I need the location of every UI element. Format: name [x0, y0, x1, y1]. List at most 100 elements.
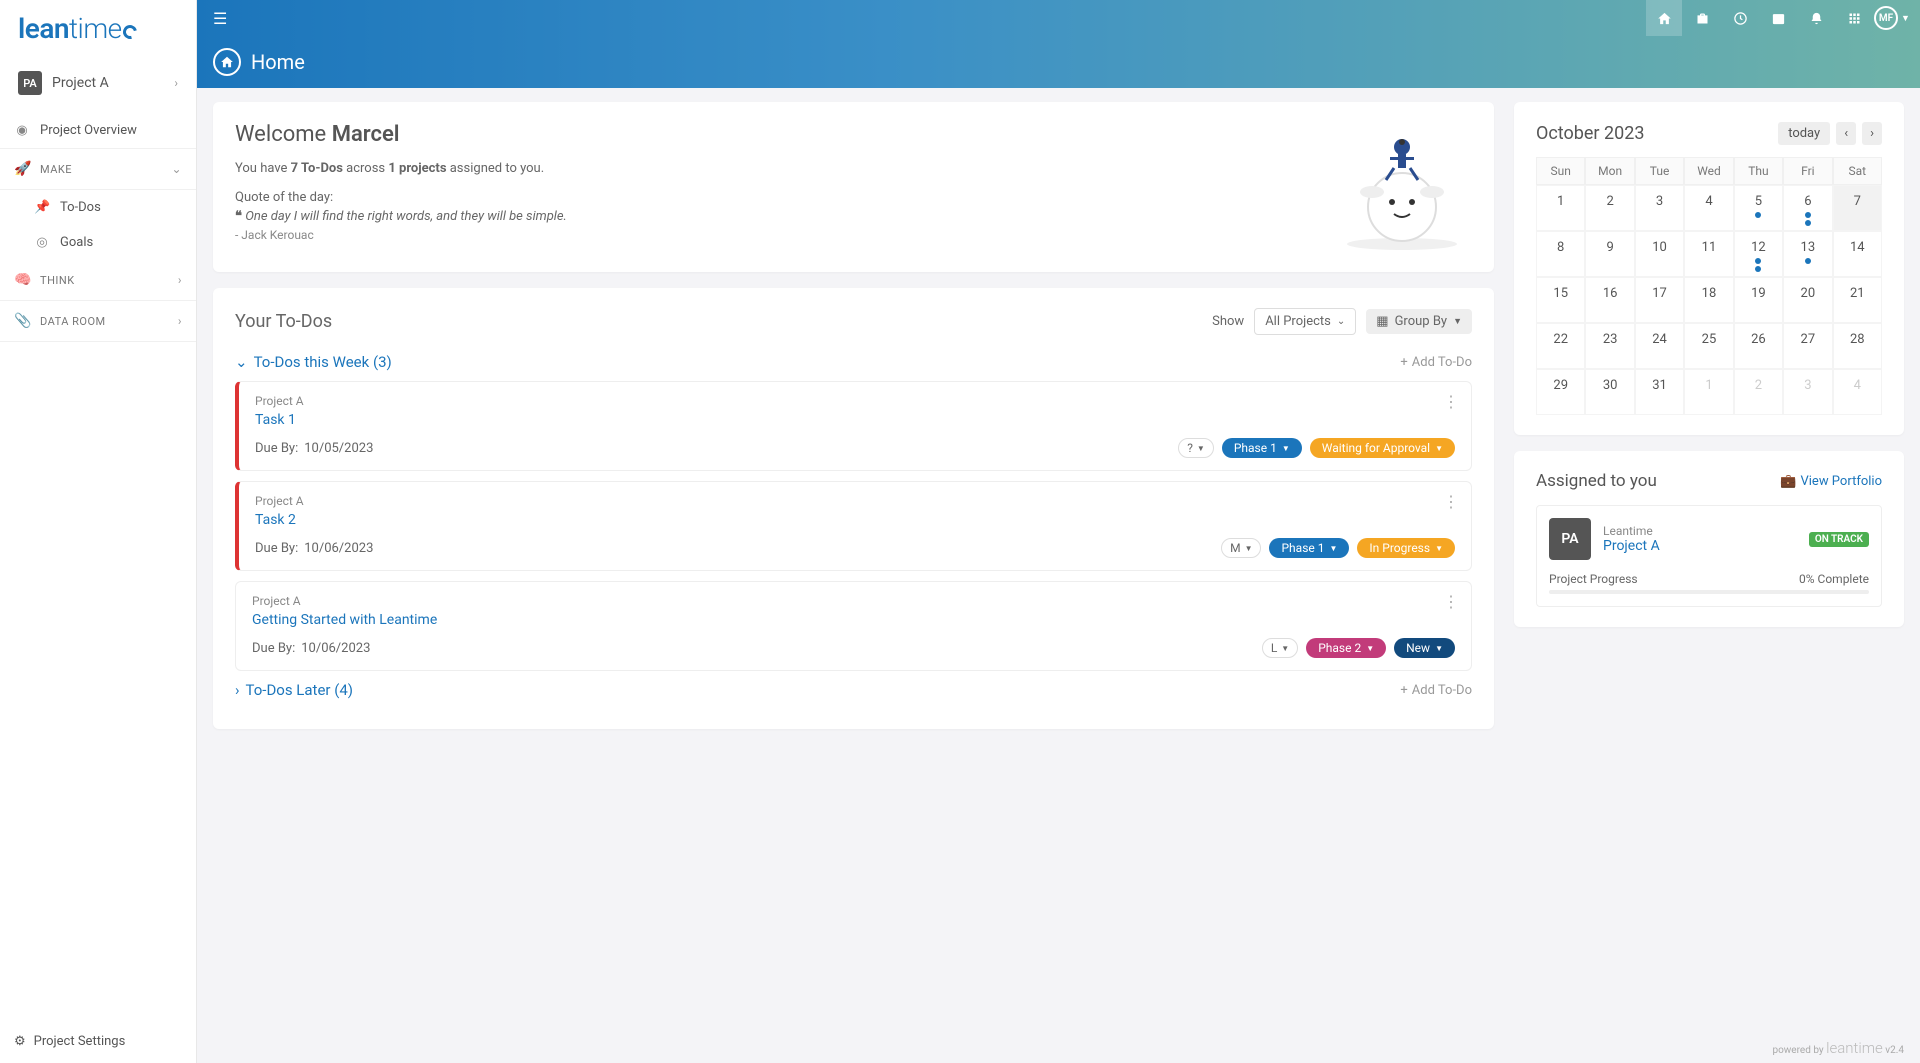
calendar-day[interactable]: 12	[1734, 231, 1783, 277]
project-link[interactable]: Project A	[1603, 538, 1660, 554]
calendar-day[interactable]: 29	[1536, 369, 1585, 415]
calendar-day[interactable]: 18	[1684, 277, 1733, 323]
calendar-title: October 2023	[1536, 123, 1644, 144]
status-pill[interactable]: New ▼	[1394, 638, 1455, 658]
bell-icon[interactable]	[1798, 0, 1834, 36]
gear-icon: ⚙	[14, 1034, 26, 1049]
chevron-right-icon: ›	[235, 681, 240, 699]
add-todo-later[interactable]: + Add To-Do	[1400, 683, 1472, 698]
calendar-icon[interactable]	[1760, 0, 1796, 36]
kebab-icon[interactable]: ⋮	[1443, 392, 1459, 411]
calendar-day[interactable]: 13	[1783, 231, 1832, 277]
topbar: ☰	[197, 0, 1920, 36]
calendar-day[interactable]: 1	[1536, 185, 1585, 231]
calendar-day[interactable]: 25	[1684, 323, 1733, 369]
project-filter[interactable]: All Projects⌄	[1254, 308, 1356, 335]
plus-icon: +	[1400, 355, 1407, 370]
brand-logo[interactable]: leantime	[0, 0, 196, 57]
calendar-day[interactable]: 5	[1734, 185, 1783, 231]
calendar-day[interactable]: 17	[1635, 277, 1684, 323]
apps-icon[interactable]	[1836, 0, 1872, 36]
briefcase-icon[interactable]	[1684, 0, 1720, 36]
user-menu[interactable]: MF ▼	[1874, 0, 1910, 36]
clock-icon[interactable]	[1722, 0, 1758, 36]
todo-task-link[interactable]: Getting Started with Leantime	[252, 612, 1455, 628]
calendar-today[interactable]: today	[1778, 122, 1830, 145]
calendar-day[interactable]: 16	[1585, 277, 1634, 323]
nav-goals[interactable]: ◎ Goals	[0, 225, 196, 260]
todo-task-link[interactable]: Task 2	[255, 512, 1455, 528]
status-pill[interactable]: In Progress ▼	[1357, 538, 1455, 558]
calendar-day[interactable]: 2	[1585, 185, 1634, 231]
status-pill[interactable]: Waiting for Approval ▼	[1310, 438, 1455, 458]
nav-section-dataroom[interactable]: 📎 DATA ROOM ›	[0, 301, 196, 342]
calendar-day[interactable]: 15	[1536, 277, 1585, 323]
calendar-day[interactable]: 30	[1585, 369, 1634, 415]
effort-pill[interactable]: M ▼	[1221, 538, 1261, 558]
calendar-day[interactable]: 28	[1833, 323, 1882, 369]
calendar-day-header: Sun	[1536, 157, 1585, 185]
calendar-day[interactable]: 31	[1635, 369, 1684, 415]
calendar-day[interactable]: 11	[1684, 231, 1733, 277]
project-badge: PA	[18, 71, 42, 95]
chevron-down-icon: ⌄	[1337, 316, 1345, 327]
calendar-day[interactable]: 20	[1783, 277, 1832, 323]
calendar-day[interactable]: 19	[1734, 277, 1783, 323]
calendar-day[interactable]: 26	[1734, 323, 1783, 369]
project-selector[interactable]: PA Project A ›	[6, 63, 190, 103]
view-portfolio-link[interactable]: 💼 View Portfolio	[1780, 474, 1882, 489]
calendar-day[interactable]: 3	[1783, 369, 1832, 415]
menu-toggle[interactable]: ☰	[207, 3, 233, 34]
chevron-right-icon: ›	[174, 76, 178, 90]
todo-project: Project A	[255, 394, 1455, 408]
calendar-day[interactable]: 27	[1783, 323, 1832, 369]
group-by-button[interactable]: ▦ Group By ▼	[1366, 309, 1472, 334]
calendar-day[interactable]: 4	[1833, 369, 1882, 415]
pin-icon: 📌	[34, 200, 50, 215]
home-icon[interactable]	[1646, 0, 1682, 36]
calendar-day[interactable]: 9	[1585, 231, 1634, 277]
calendar-day[interactable]: 2	[1734, 369, 1783, 415]
effort-pill[interactable]: ? ▼	[1178, 438, 1214, 458]
calendar-day[interactable]: 21	[1833, 277, 1882, 323]
calendar-card: October 2023 today ‹ › SunMonTueWedThuFr…	[1514, 102, 1904, 435]
todo-item[interactable]: ⋮ Project A Task 1 Due By:10/05/2023 ? ▼…	[235, 381, 1472, 471]
effort-pill[interactable]: L ▼	[1262, 638, 1298, 658]
calendar-next[interactable]: ›	[1862, 122, 1882, 145]
phase-pill[interactable]: Phase 1 ▼	[1269, 538, 1349, 558]
todo-item[interactable]: ⋮ Project A Task 2 Due By:10/06/2023 M ▼…	[235, 481, 1472, 571]
assigned-project[interactable]: PA Leantime Project A ON TRACK Project P…	[1536, 505, 1882, 607]
calendar-day[interactable]: 7	[1833, 185, 1882, 231]
kebab-icon[interactable]: ⋮	[1443, 592, 1459, 611]
nav-section-make[interactable]: 🚀 MAKE ⌄	[0, 149, 196, 190]
welcome-summary: You have 7 To-Dos across 1 projects assi…	[235, 161, 1312, 176]
nav-todos[interactable]: 📌 To-Dos	[0, 190, 196, 225]
chevron-right-icon: ›	[178, 273, 182, 287]
group-later-toggle[interactable]: › To-Dos Later (4)	[235, 681, 353, 699]
calendar-day[interactable]: 6	[1783, 185, 1832, 231]
welcome-heading: Welcome Marcel	[235, 122, 1312, 147]
calendar-day[interactable]: 10	[1635, 231, 1684, 277]
calendar-prev[interactable]: ‹	[1836, 122, 1856, 145]
quote-label: Quote of the day:	[235, 190, 1312, 205]
calendar-day[interactable]: 4	[1684, 185, 1733, 231]
phase-pill[interactable]: Phase 1 ▼	[1222, 438, 1302, 458]
calendar-day[interactable]: 22	[1536, 323, 1585, 369]
group-week-toggle[interactable]: ⌄ To-Dos this Week (3)	[235, 353, 392, 371]
add-todo-week[interactable]: + Add To-Do	[1400, 355, 1472, 370]
nav-project-settings[interactable]: ⚙ Project Settings	[0, 1020, 196, 1063]
calendar-day[interactable]: 1	[1684, 369, 1733, 415]
calendar-day[interactable]: 14	[1833, 231, 1882, 277]
kebab-icon[interactable]: ⋮	[1443, 492, 1459, 511]
todo-project: Project A	[255, 494, 1455, 508]
todo-task-link[interactable]: Task 1	[255, 412, 1455, 428]
calendar-day[interactable]: 23	[1585, 323, 1634, 369]
calendar-day[interactable]: 8	[1536, 231, 1585, 277]
todo-item[interactable]: ⋮ Project A Getting Started with Leantim…	[235, 581, 1472, 671]
calendar-day-header: Fri	[1783, 157, 1832, 185]
nav-section-think[interactable]: 🧠 THINK ›	[0, 260, 196, 301]
calendar-day[interactable]: 3	[1635, 185, 1684, 231]
phase-pill[interactable]: Phase 2 ▼	[1306, 638, 1386, 658]
nav-project-overview[interactable]: ◉ Project Overview	[0, 113, 196, 149]
calendar-day[interactable]: 24	[1635, 323, 1684, 369]
